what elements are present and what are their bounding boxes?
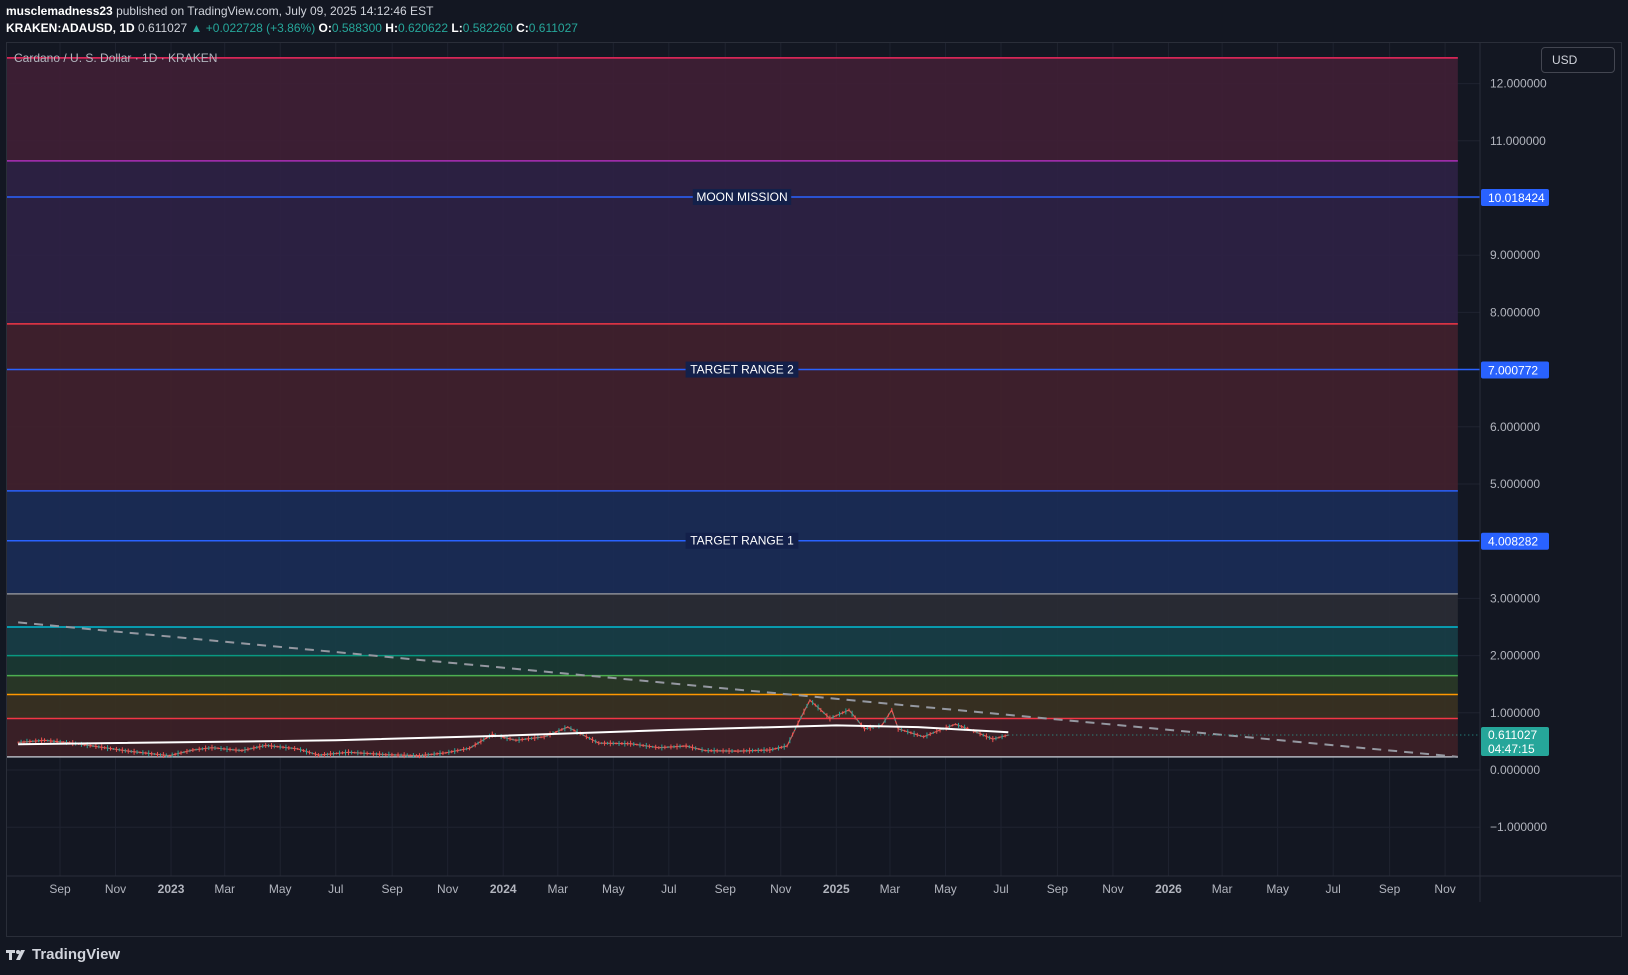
y-tick-label: 3.000000 <box>1490 591 1540 605</box>
zone-band <box>7 675 1458 695</box>
target-label: TARGET RANGE 1 <box>690 534 794 548</box>
x-tick-label: Jul <box>661 882 676 896</box>
x-tick-label: Sep <box>381 882 403 896</box>
x-tick-label: Sep <box>1047 882 1069 896</box>
x-tick-label: Mar <box>547 882 568 896</box>
target-label: MOON MISSION <box>696 190 787 204</box>
countdown-timer: 04:47:15 <box>1488 742 1535 756</box>
x-tick-label: Sep <box>715 882 737 896</box>
x-tick-label: Sep <box>49 882 71 896</box>
y-tick-label: 5.000000 <box>1490 477 1540 491</box>
chart-title: Cardano / U. S. Dollar · 1D · KRAKEN <box>14 51 217 65</box>
x-tick-label: May <box>602 882 625 896</box>
y-tick-label: 2.000000 <box>1490 649 1540 663</box>
y-tick-label: 12.000000 <box>1490 77 1547 91</box>
x-tick-label: Nov <box>105 882 126 896</box>
zone-band <box>7 694 1458 719</box>
price-tag: 4.008282 <box>1488 535 1538 549</box>
tradingview-icon <box>6 949 25 960</box>
zone-band <box>7 593 1458 627</box>
x-tick-label: May <box>1266 882 1289 896</box>
zone-band <box>7 627 1458 656</box>
x-tick-label: 2025 <box>823 882 850 896</box>
x-tick-label: Nov <box>437 882 458 896</box>
target-label: TARGET RANGE 2 <box>690 363 794 377</box>
price-tag: 10.018424 <box>1488 191 1545 205</box>
x-tick-label: May <box>269 882 292 896</box>
x-tick-label: Mar <box>880 882 901 896</box>
zone-band <box>7 323 1458 491</box>
x-tick-label: Nov <box>1434 882 1455 896</box>
price-chart[interactable]: MOON MISSION 10.018424 TARGET RANGE 2 7.000… <box>0 0 1628 975</box>
x-tick-label: Sep <box>1379 882 1401 896</box>
y-tick-label: 11.000000 <box>1490 134 1546 148</box>
x-tick-label: 2026 <box>1155 882 1182 896</box>
zone-band <box>7 655 1458 676</box>
x-tick-label: Mar <box>1212 882 1233 896</box>
last-price-value: 0.611027 <box>1488 728 1537 742</box>
y-tick-label: 1.000000 <box>1490 706 1540 720</box>
brand-name: TradingView <box>32 946 121 963</box>
x-tick-label: May <box>934 882 957 896</box>
y-tick-label: 0.000000 <box>1490 763 1540 777</box>
currency-button[interactable]: USD <box>1541 47 1615 73</box>
tradingview-logo[interactable]: TradingView <box>6 946 120 963</box>
y-tick-label: 6.000000 <box>1490 420 1540 434</box>
y-tick-label: 8.000000 <box>1490 305 1540 319</box>
zone-band <box>7 57 1458 161</box>
zone-band <box>7 160 1458 324</box>
y-tick-label: 9.000000 <box>1490 248 1540 262</box>
x-tick-label: Nov <box>1102 882 1123 896</box>
x-tick-label: Jul <box>1325 882 1340 896</box>
x-tick-label: 2023 <box>158 882 185 896</box>
x-tick-label: Jul <box>993 882 1008 896</box>
x-tick-label: Nov <box>770 882 791 896</box>
x-tick-label: 2024 <box>490 882 517 896</box>
x-tick-label: Mar <box>214 882 235 896</box>
price-tag: 7.000772 <box>1488 364 1538 378</box>
y-tick-label: −1.000000 <box>1490 820 1547 834</box>
x-tick-label: Jul <box>328 882 343 896</box>
